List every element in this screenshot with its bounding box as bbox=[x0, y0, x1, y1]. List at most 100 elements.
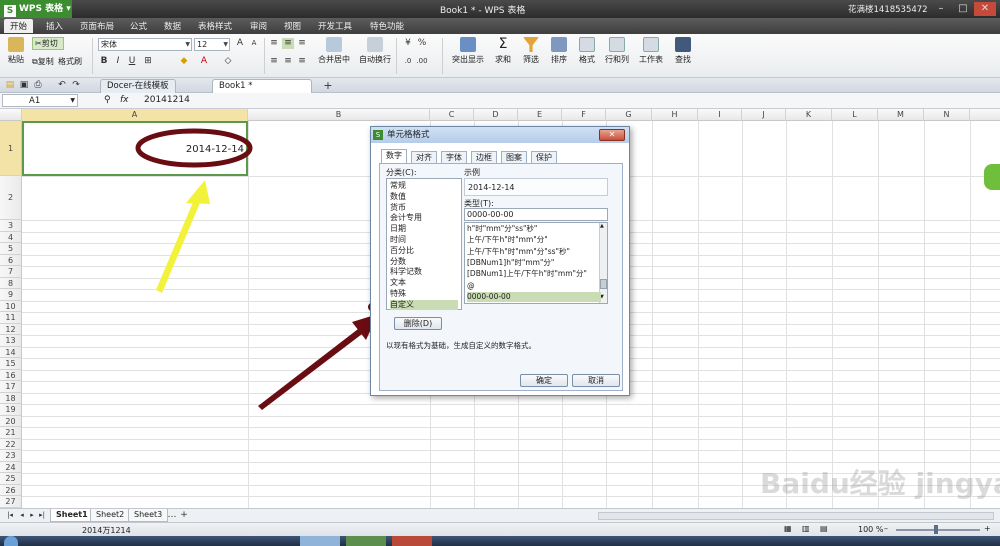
column-header-A[interactable]: A bbox=[22, 109, 248, 121]
row-header-6[interactable]: 6 bbox=[0, 254, 22, 266]
row-header-1[interactable]: 1 bbox=[0, 121, 22, 176]
row-header-18[interactable]: 18 bbox=[0, 392, 22, 404]
undo-icon[interactable]: ↶ bbox=[56, 80, 68, 91]
column-header-M[interactable]: M bbox=[878, 109, 924, 121]
category-item[interactable]: 分数 bbox=[390, 257, 458, 267]
taskbar-app-icon[interactable] bbox=[300, 536, 340, 546]
row-header-12[interactable]: 12 bbox=[0, 323, 22, 335]
copy-button[interactable]: ⧉复制 bbox=[32, 56, 54, 67]
row-header-20[interactable]: 20 bbox=[0, 415, 22, 427]
category-item[interactable]: 数值 bbox=[390, 192, 458, 202]
align-left-icon[interactable]: ≡ bbox=[268, 56, 280, 67]
dialog-close-icon[interactable]: ✕ bbox=[599, 129, 625, 141]
format-code-item[interactable]: h"时"mm"分"ss"秒" bbox=[467, 224, 595, 234]
row-header-16[interactable]: 16 bbox=[0, 369, 22, 381]
name-box[interactable]: A1 ▼ bbox=[2, 94, 78, 107]
row-header-26[interactable]: 26 bbox=[0, 484, 22, 496]
category-item[interactable]: 自定义 bbox=[390, 299, 458, 310]
normal-view-icon[interactable]: ▦ bbox=[784, 524, 792, 533]
font-shrink-icon[interactable]: A bbox=[248, 38, 260, 49]
increase-decimal-icon[interactable]: .0 bbox=[402, 56, 414, 67]
category-item[interactable]: 科学记数 bbox=[390, 267, 458, 277]
cancel-button[interactable]: 取消 bbox=[572, 374, 620, 387]
row-header-24[interactable]: 24 bbox=[0, 461, 22, 473]
menu-review[interactable]: 审阅 bbox=[250, 20, 267, 32]
category-item[interactable]: 特殊 bbox=[390, 289, 458, 299]
column-header-G[interactable]: G bbox=[606, 109, 652, 121]
format-code-item[interactable]: [DBNum1]上午/下午h"时"mm"分" bbox=[467, 269, 595, 279]
ok-button[interactable]: 确定 bbox=[520, 374, 568, 387]
first-sheet-icon[interactable]: |◂ bbox=[4, 510, 16, 521]
menu-data[interactable]: 数据 bbox=[164, 20, 181, 32]
column-header-J[interactable]: J bbox=[742, 109, 786, 121]
row-header-14[interactable]: 14 bbox=[0, 346, 22, 358]
row-header-19[interactable]: 19 bbox=[0, 404, 22, 416]
menu-insert[interactable]: 插入 bbox=[46, 20, 63, 32]
row-header-23[interactable]: 23 bbox=[0, 450, 22, 462]
start-button-icon[interactable] bbox=[4, 536, 18, 546]
column-header-I[interactable]: I bbox=[698, 109, 742, 121]
paste-button[interactable]: 粘贴 bbox=[4, 37, 28, 65]
filter-button[interactable]: 筛选 bbox=[518, 37, 544, 65]
menu-special[interactable]: 特色功能 bbox=[370, 20, 404, 32]
scroll-thumb[interactable] bbox=[600, 279, 607, 289]
tab-font[interactable]: 字体 bbox=[441, 151, 467, 163]
tab-book1[interactable]: Book1 * bbox=[212, 79, 312, 93]
format-button[interactable]: 格式 bbox=[574, 37, 600, 65]
bold-icon[interactable]: B bbox=[98, 56, 110, 67]
find-button[interactable]: 查找 bbox=[670, 37, 696, 65]
align-right-icon[interactable]: ≡ bbox=[296, 56, 308, 67]
percent-icon[interactable]: % bbox=[416, 38, 428, 49]
sum-button[interactable]: Σ 求和 bbox=[490, 37, 516, 65]
menu-home[interactable]: 开始 bbox=[4, 19, 34, 33]
taskbar-wps-icon[interactable] bbox=[346, 536, 386, 546]
row-header-4[interactable]: 4 bbox=[0, 231, 22, 243]
category-item[interactable]: 货币 bbox=[390, 203, 458, 213]
zoom-slider-thumb[interactable] bbox=[934, 525, 938, 534]
formula-input[interactable]: 20141214 bbox=[144, 95, 190, 105]
format-code-item[interactable]: 上午/下午h"时"mm"分" bbox=[467, 235, 595, 245]
row-header-25[interactable]: 25 bbox=[0, 473, 22, 485]
clear-format-icon[interactable]: ◇ bbox=[222, 56, 234, 67]
category-item[interactable]: 会计专用 bbox=[390, 213, 458, 223]
page-break-view-icon[interactable]: ▤ bbox=[820, 524, 828, 533]
dialog-title-bar[interactable]: S 单元格格式 bbox=[371, 127, 629, 143]
zoom-slider[interactable] bbox=[896, 529, 980, 531]
format-code-list[interactable]: ▲ ▼ h"时"mm"分"ss"秒" 上午/下午h"时"mm"分" 上午/下午h"时… bbox=[464, 222, 608, 304]
add-sheet-icon[interactable]: + bbox=[178, 510, 190, 521]
page-layout-view-icon[interactable]: ▥ bbox=[802, 524, 810, 533]
zoom-in-icon[interactable]: + bbox=[984, 524, 991, 533]
row-header-11[interactable]: 11 bbox=[0, 312, 22, 324]
scroll-up-icon[interactable]: ▲ bbox=[600, 223, 604, 229]
format-painter-button[interactable]: 格式刷 bbox=[58, 56, 82, 67]
tab-pattern[interactable]: 图案 bbox=[501, 151, 527, 163]
cell-A1[interactable]: 2014-12-14 bbox=[22, 121, 248, 176]
align-center-icon[interactable]: ≡ bbox=[282, 56, 294, 67]
maximize-icon[interactable]: □ bbox=[952, 2, 974, 16]
column-header-L[interactable]: L bbox=[832, 109, 878, 121]
format-code-item[interactable]: 上午/下午h"时"mm"分"ss"秒" bbox=[467, 247, 595, 257]
format-code-item[interactable]: 0000-00-00 bbox=[467, 291, 601, 302]
tab-border[interactable]: 边框 bbox=[471, 151, 497, 163]
fx-icon[interactable]: fx bbox=[120, 95, 129, 105]
horizontal-scrollbar[interactable] bbox=[598, 512, 994, 520]
row-header-5[interactable]: 5 bbox=[0, 243, 22, 255]
wrap-text-button[interactable]: 自动换行 bbox=[358, 37, 392, 65]
select-all-corner[interactable] bbox=[0, 109, 22, 121]
sheet-tab-3[interactable]: Sheet3 bbox=[128, 509, 169, 522]
underline-icon[interactable]: U bbox=[126, 56, 138, 67]
merge-center-button[interactable]: 合并居中 bbox=[316, 37, 352, 65]
category-item[interactable]: 常规 bbox=[390, 181, 458, 191]
row-header-13[interactable]: 13 bbox=[0, 335, 22, 347]
column-header-C[interactable]: C bbox=[430, 109, 474, 121]
column-header-N[interactable]: N bbox=[924, 109, 970, 121]
row-header-10[interactable]: 10 bbox=[0, 300, 22, 312]
font-name-select[interactable]: 宋体 ▼ bbox=[98, 38, 192, 51]
font-color-icon[interactable]: A bbox=[198, 56, 210, 67]
category-item[interactable]: 时间 bbox=[390, 235, 458, 245]
align-middle-icon[interactable]: ≡ bbox=[282, 38, 294, 49]
save-icon[interactable]: ▣ bbox=[18, 80, 30, 91]
menu-developer[interactable]: 开发工具 bbox=[318, 20, 352, 32]
column-header-K[interactable]: K bbox=[786, 109, 832, 121]
column-header-H[interactable]: H bbox=[652, 109, 698, 121]
